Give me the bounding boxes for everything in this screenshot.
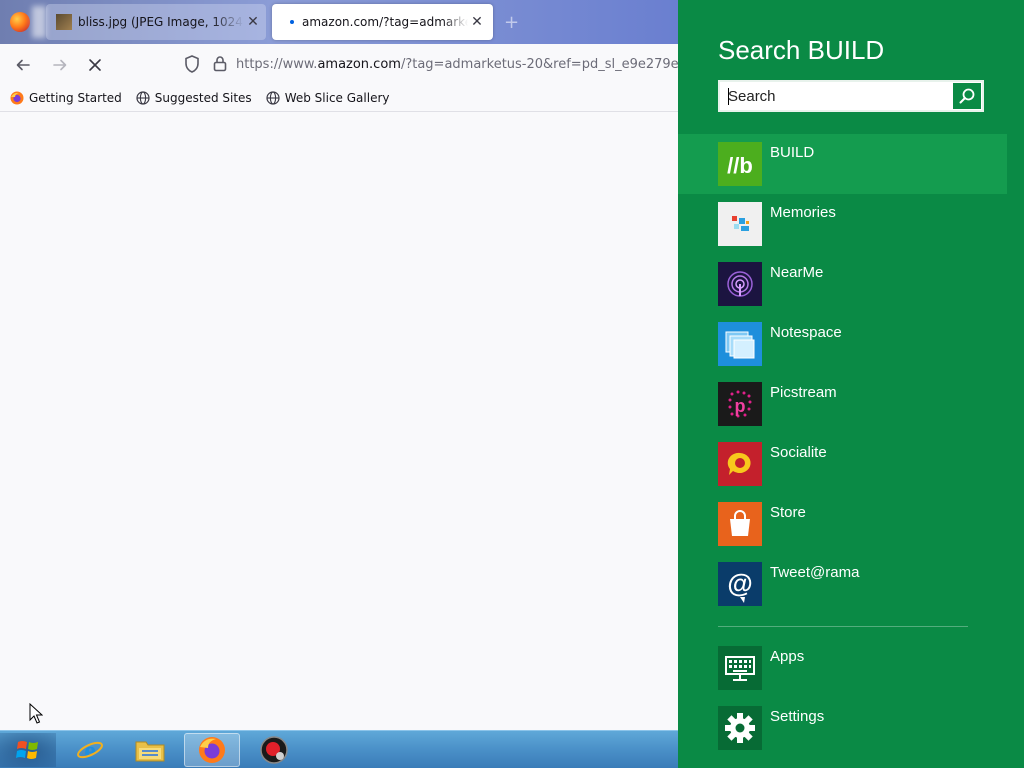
charm-divider bbox=[718, 626, 968, 627]
text-caret bbox=[728, 88, 729, 105]
bookmark-getting-started[interactable]: Getting Started bbox=[10, 91, 122, 105]
app-notespace[interactable]: Notespace bbox=[678, 314, 1007, 374]
svg-text:e: e bbox=[84, 736, 96, 765]
bookmark-suggested-sites[interactable]: Suggested Sites bbox=[136, 91, 252, 105]
taskbar-screen-recorder[interactable] bbox=[246, 733, 302, 767]
notespace-icon bbox=[718, 322, 762, 366]
app-memories[interactable]: Memories bbox=[678, 194, 1007, 254]
memories-icon bbox=[718, 202, 762, 246]
gear-icon bbox=[718, 706, 762, 750]
bookmark-label: Web Slice Gallery bbox=[284, 91, 390, 105]
charm-label: Settings bbox=[770, 708, 825, 725]
arrow-left-icon bbox=[16, 59, 30, 71]
tab-bliss-image[interactable]: bliss.jpg (JPEG Image, 1024 × 768 pixels… bbox=[46, 4, 266, 40]
app-label: Picstream bbox=[770, 384, 837, 401]
charm-settings[interactable]: Settings bbox=[678, 698, 1007, 758]
internet-explorer-icon: e bbox=[77, 736, 103, 765]
app-socialite[interactable]: Socialite bbox=[678, 434, 1007, 494]
tab-label: amazon.com/?tag=admarketus-20&ref=pd_sl bbox=[302, 15, 468, 29]
search-button[interactable] bbox=[952, 82, 982, 110]
tab-label: bliss.jpg (JPEG Image, 1024 × 768 pixels… bbox=[78, 15, 244, 29]
close-tab-icon[interactable]: ✕ bbox=[468, 14, 486, 30]
loading-dot-icon bbox=[290, 20, 294, 24]
bookmark-label: Getting Started bbox=[29, 91, 122, 105]
start-button[interactable] bbox=[0, 733, 56, 767]
search-input[interactable] bbox=[722, 84, 954, 108]
lock-icon[interactable] bbox=[212, 54, 228, 74]
keyboard-icon bbox=[718, 646, 762, 690]
close-tab-icon[interactable]: ✕ bbox=[244, 14, 262, 30]
tweetrama-icon: @ bbox=[718, 562, 762, 606]
nearme-icon bbox=[718, 262, 762, 306]
app-label: NearMe bbox=[770, 264, 824, 281]
forward-button[interactable] bbox=[47, 52, 73, 78]
new-tab-button[interactable]: + bbox=[504, 12, 519, 33]
app-build[interactable]: //b BUILD bbox=[678, 134, 1007, 194]
url-host: amazon.com bbox=[317, 57, 401, 72]
app-label: Tweet@rama bbox=[770, 564, 860, 581]
address-bar[interactable]: https://www.amazon.com/?tag=admarketus-2… bbox=[236, 54, 678, 76]
taskbar-internet-explorer[interactable]: e bbox=[62, 733, 118, 767]
app-tweetrama[interactable]: @ Tweet@rama bbox=[678, 554, 1007, 614]
app-nearme[interactable]: NearMe bbox=[678, 254, 1007, 314]
arrow-right-icon bbox=[53, 59, 67, 71]
charm-title: Search BUILD bbox=[718, 35, 885, 65]
store-icon bbox=[718, 502, 762, 546]
app-label: Store bbox=[770, 504, 806, 521]
tab-amazon[interactable]: amazon.com/?tag=admarketus-20&ref=pd_sl … bbox=[272, 4, 493, 40]
firefox-icon bbox=[10, 91, 24, 105]
firefox-icon bbox=[199, 737, 225, 763]
tab-bar: bliss.jpg (JPEG Image, 1024 × 768 pixels… bbox=[0, 0, 678, 44]
search-icon bbox=[959, 88, 975, 104]
tracking-shield-icon[interactable] bbox=[183, 54, 201, 74]
folder-icon bbox=[135, 741, 165, 762]
taskbar: e bbox=[0, 730, 678, 768]
taskbar-firefox[interactable] bbox=[184, 733, 240, 767]
svg-text:p: p bbox=[735, 396, 746, 416]
bookmark-web-slice-gallery[interactable]: Web Slice Gallery bbox=[266, 91, 390, 105]
firefox-menu-icon[interactable] bbox=[10, 12, 30, 32]
taskbar-file-explorer[interactable] bbox=[122, 733, 178, 767]
picstream-icon: p bbox=[718, 382, 762, 426]
globe-icon bbox=[266, 91, 280, 105]
app-picstream[interactable]: p Picstream bbox=[678, 374, 1007, 434]
app-label: BUILD bbox=[770, 144, 815, 161]
search-charm-pane: Search BUILD //b BUILD bbox=[678, 0, 1024, 768]
charm-label: Apps bbox=[770, 648, 805, 665]
close-x-icon bbox=[89, 59, 101, 71]
windows-logo-icon bbox=[16, 741, 38, 759]
app-label: Socialite bbox=[770, 444, 827, 461]
browser-window: bliss.jpg (JPEG Image, 1024 × 768 pixels… bbox=[0, 0, 678, 730]
search-box[interactable] bbox=[718, 80, 984, 112]
mouse-pointer-icon bbox=[29, 703, 43, 724]
bookmarks-toolbar: Getting Started Suggested Sites Web Slic… bbox=[0, 85, 678, 112]
image-thumbnail-icon bbox=[56, 14, 72, 30]
record-icon bbox=[260, 736, 288, 764]
app-label: Memories bbox=[770, 204, 836, 221]
app-store[interactable]: Store bbox=[678, 494, 1007, 554]
globe-icon bbox=[136, 91, 150, 105]
bookmark-label: Suggested Sites bbox=[154, 91, 252, 105]
page-content-area[interactable] bbox=[0, 113, 678, 728]
svg-text://b: //b bbox=[727, 153, 753, 178]
stop-loading-button[interactable] bbox=[82, 52, 108, 78]
app-label: Notespace bbox=[770, 324, 842, 341]
url-path: /?tag=admarketus-20&ref=pd_sl_e9e279e9c5 bbox=[400, 57, 678, 72]
socialite-icon bbox=[718, 442, 762, 486]
back-button[interactable] bbox=[10, 52, 36, 78]
build-icon: //b bbox=[718, 142, 762, 186]
charm-apps[interactable]: Apps bbox=[678, 638, 1007, 698]
url-prefix: https://www. bbox=[236, 57, 318, 72]
svg-text:@: @ bbox=[727, 568, 752, 598]
